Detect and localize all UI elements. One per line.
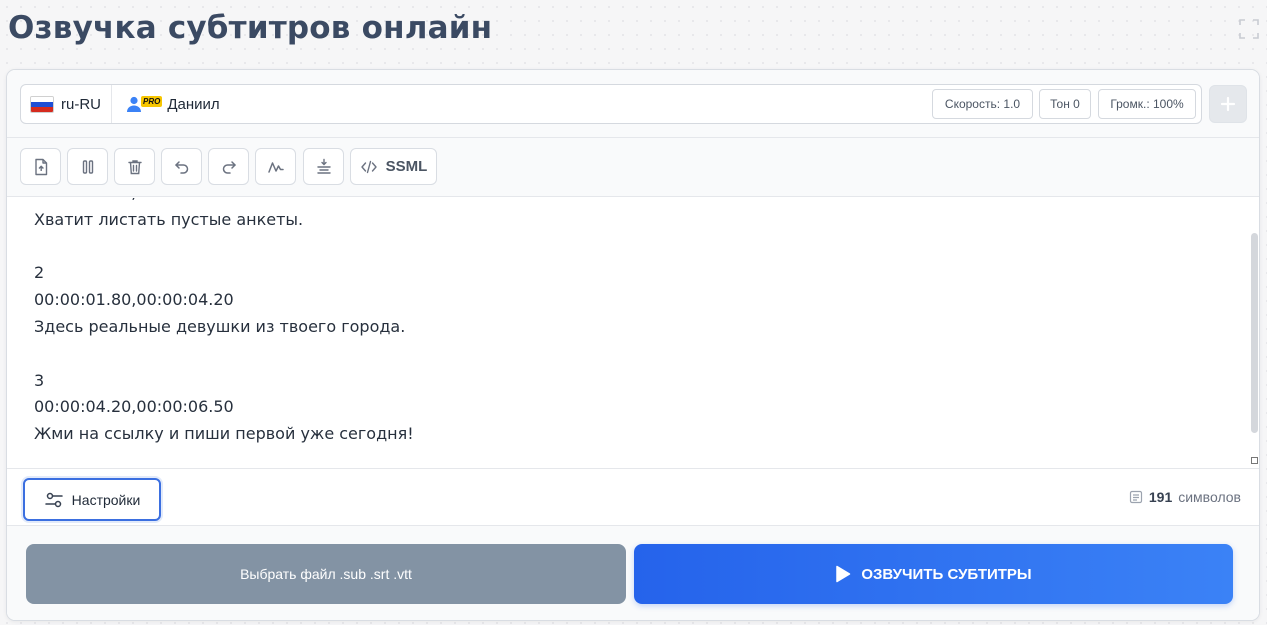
action-row: Выбрать файл .sub .srt .vtt ОЗВУЧИТЬ СУБ… <box>7 526 1259 620</box>
pause-insert-button[interactable] <box>303 148 344 185</box>
pro-badge: PRO <box>141 96 163 107</box>
editor-toolbar: SSML <box>7 138 1259 197</box>
editor-content[interactable]: 00:00:00.00,00:00:01.80 Хватит листать п… <box>34 198 1234 448</box>
add-voice-button[interactable] <box>1209 85 1247 123</box>
pause-icon <box>82 159 93 174</box>
subtitle-editor[interactable]: 00:00:00.00,00:00:01.80 Хватит листать п… <box>7 198 1259 468</box>
file-upload-icon <box>34 158 47 175</box>
upload-file-button[interactable] <box>20 148 61 185</box>
pitch-chip[interactable]: Тон 0 <box>1039 89 1091 119</box>
editor-line: 2 <box>34 263 45 283</box>
code-icon <box>360 160 377 173</box>
editor-line: Жми на ссылку и пиши первой уже сегодня! <box>34 424 414 444</box>
speak-label: ОЗВУЧИТЬ СУБТИТРЫ <box>861 565 1032 583</box>
voice-select[interactable]: PRO Даниил <box>125 85 220 123</box>
speak-subtitles-button[interactable]: ОЗВУЧИТЬ СУБТИТРЫ <box>634 544 1233 604</box>
ssml-button[interactable]: SSML <box>350 148 437 185</box>
voice-bar: ru-RU PRO Даниил Скорость: 1.0 Тон 0 Гро… <box>20 84 1202 124</box>
voice-bar-area: ru-RU PRO Даниил Скорость: 1.0 Тон 0 Гро… <box>7 70 1259 138</box>
clear-button[interactable] <box>114 148 155 185</box>
scrollbar-thumb[interactable] <box>1251 233 1258 433</box>
language-select[interactable]: ru-RU <box>21 85 112 123</box>
tts-panel: ru-RU PRO Даниил Скорость: 1.0 Тон 0 Гро… <box>6 69 1260 621</box>
char-count-unit: символов <box>1178 489 1241 505</box>
ssml-label: SSML <box>385 158 428 175</box>
choose-file-button[interactable]: Выбрать файл .sub .srt .vtt <box>26 544 626 604</box>
play-icon <box>836 565 851 583</box>
editor-line: Здесь реальные девушки из твоего города. <box>34 316 406 336</box>
align-center-icon <box>316 158 331 174</box>
text-count-icon <box>1129 490 1142 504</box>
editor-line: 3 <box>34 370 45 390</box>
pause-button[interactable] <box>67 148 108 185</box>
page-title: Озвучка субтитров онлайн <box>8 10 493 46</box>
undo-button[interactable] <box>161 148 202 185</box>
voice-label: Даниил <box>167 95 220 113</box>
language-label: ru-RU <box>61 95 101 113</box>
sliders-icon <box>44 492 63 507</box>
undo-icon <box>174 160 188 174</box>
settings-row: Настройки 191 символов <box>7 468 1259 526</box>
waveform-icon <box>267 161 284 173</box>
flag-ru-icon <box>30 95 54 113</box>
fullscreen-icon[interactable] <box>1238 18 1260 40</box>
trash-icon <box>127 159 142 174</box>
char-count-value: 191 <box>1148 489 1173 505</box>
editor-line: 00:00:01.80,00:00:04.20 <box>34 290 234 310</box>
redo-button[interactable] <box>208 148 249 185</box>
plus-icon <box>1220 96 1236 112</box>
char-counter: 191 символов <box>1129 489 1241 505</box>
intonation-button[interactable] <box>255 148 296 185</box>
volume-chip[interactable]: Громк.: 100% <box>1098 89 1196 119</box>
redo-icon <box>222 160 236 174</box>
editor-line: 00:00:04.20,00:00:06.50 <box>34 397 234 417</box>
settings-button[interactable]: Настройки <box>23 478 161 521</box>
settings-label: Настройки <box>71 491 141 508</box>
speed-chip[interactable]: Скорость: 1.0 <box>932 89 1033 119</box>
resize-handle[interactable] <box>1251 457 1258 464</box>
editor-line: 00:00:00.00,00:00:01.80 <box>34 198 1234 207</box>
editor-line: Хватит листать пустые анкеты. <box>34 209 304 229</box>
